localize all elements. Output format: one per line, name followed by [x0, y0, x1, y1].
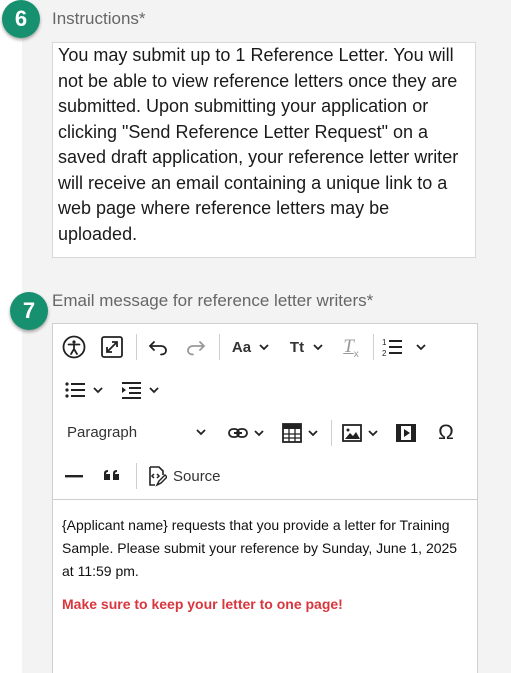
fullscreen-icon[interactable]: [99, 334, 125, 360]
bulleted-list-dropdown[interactable]: [61, 377, 107, 403]
step-7-badge: 7: [10, 292, 48, 330]
toolbar-separator: [136, 463, 137, 489]
bulleted-list-icon: [65, 382, 85, 398]
paragraph-format-dropdown[interactable]: Paragraph: [67, 420, 207, 444]
remove-format-icon[interactable]: Tx: [338, 334, 364, 360]
svg-text:2: 2: [382, 349, 387, 358]
text-transform-icon: Tt: [289, 338, 305, 356]
instructions-label: Instructions*: [52, 9, 146, 28]
source-button[interactable]: Source: [145, 463, 231, 489]
instructions-box: You may submit up to 1 Reference Letter.…: [52, 42, 476, 258]
blockquote-icon[interactable]: [99, 463, 125, 489]
image-icon: [342, 424, 362, 442]
horizontal-line-icon[interactable]: [61, 463, 87, 489]
redo-icon[interactable]: [183, 334, 209, 360]
link-icon: [228, 428, 248, 438]
image-dropdown[interactable]: [337, 420, 383, 446]
source-label: Source: [173, 467, 221, 485]
media-icon[interactable]: [393, 420, 419, 446]
undo-icon[interactable]: [145, 334, 171, 360]
font-size-icon: Aa: [231, 338, 252, 356]
toolbar-separator: [373, 334, 374, 360]
editor-toolbar: Aa Tt Tx 12 Paragraph Ω Source: [53, 324, 477, 500]
numbered-list-icon: 12: [382, 338, 402, 358]
indent-dropdown[interactable]: [117, 377, 163, 403]
indent-icon: [122, 382, 141, 399]
accessibility-icon[interactable]: [61, 334, 87, 360]
chevron-down-icon: [196, 429, 206, 436]
warning-text: Make sure to keep your letter to one pag…: [62, 596, 343, 612]
table-icon: [282, 423, 302, 443]
source-icon: [149, 466, 167, 487]
table-dropdown[interactable]: [277, 420, 323, 446]
toolbar-separator: [331, 420, 332, 446]
instructions-text: You may submit up to 1 Reference Letter.…: [58, 45, 459, 244]
email-body-text: {Applicant name} requests that you provi…: [62, 517, 458, 579]
step-6-badge: 6: [2, 0, 40, 38]
email-message-label: Email message for reference letter write…: [52, 291, 374, 310]
paragraph-label: Paragraph: [67, 423, 138, 441]
font-size-dropdown[interactable]: Aa: [227, 334, 275, 360]
special-characters-icon[interactable]: Ω: [433, 420, 459, 446]
text-transform-dropdown[interactable]: Tt: [285, 334, 329, 360]
toolbar-separator: [219, 334, 220, 360]
svg-text:1: 1: [382, 338, 387, 347]
link-dropdown[interactable]: [223, 420, 269, 446]
numbered-list-dropdown[interactable]: 12: [381, 334, 427, 360]
rich-text-editor: Aa Tt Tx 12 Paragraph Ω Source {Applican…: [52, 323, 478, 673]
editor-content[interactable]: {Applicant name} requests that you provi…: [62, 514, 462, 616]
toolbar-separator: [136, 334, 137, 360]
